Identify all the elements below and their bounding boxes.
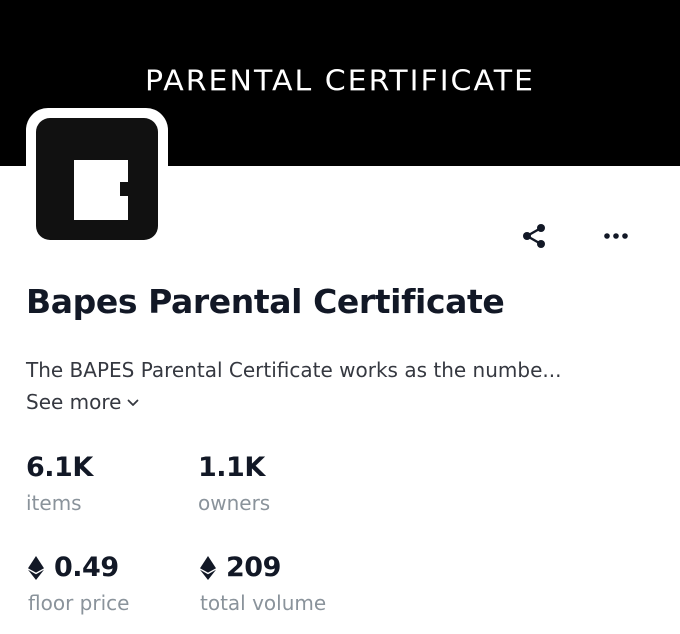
collection-logo-icon xyxy=(74,160,128,220)
ethereum-icon xyxy=(28,555,44,580)
see-more-label: See more xyxy=(26,390,122,414)
stat-floor-price-value: 0.49 xyxy=(54,552,119,583)
stat-items-value: 6.1K xyxy=(26,452,93,483)
stat-items[interactable]: 6.1K items xyxy=(26,452,93,515)
see-more-button[interactable]: See more xyxy=(26,390,139,414)
stat-owners-value: 1.1K xyxy=(198,452,265,483)
stat-total-volume-value: 209 xyxy=(226,552,281,583)
share-icon xyxy=(523,224,545,248)
collection-avatar[interactable] xyxy=(26,108,168,250)
share-button[interactable] xyxy=(514,216,554,256)
ethereum-icon xyxy=(200,555,216,580)
collection-description: The BAPES Parental Certificate works as … xyxy=(26,358,562,382)
stat-total-volume[interactable]: 209 total volume xyxy=(200,552,326,615)
avatar-image xyxy=(36,118,158,240)
stat-owners-label: owners xyxy=(198,491,271,515)
collection-name: Bapes Parental Certificate xyxy=(26,282,505,321)
stat-total-volume-label: total volume xyxy=(200,591,327,615)
banner-title: PARENTAL CERTIFICATE xyxy=(145,64,535,99)
more-options-icon xyxy=(604,233,628,239)
more-options-button[interactable] xyxy=(596,216,636,256)
stat-floor-price[interactable]: 0.49 floor price xyxy=(28,552,129,615)
chevron-down-icon xyxy=(128,399,139,406)
stat-floor-price-label: floor price xyxy=(28,591,130,615)
stat-items-label: items xyxy=(26,491,82,515)
stat-owners[interactable]: 1.1K owners xyxy=(198,452,270,515)
